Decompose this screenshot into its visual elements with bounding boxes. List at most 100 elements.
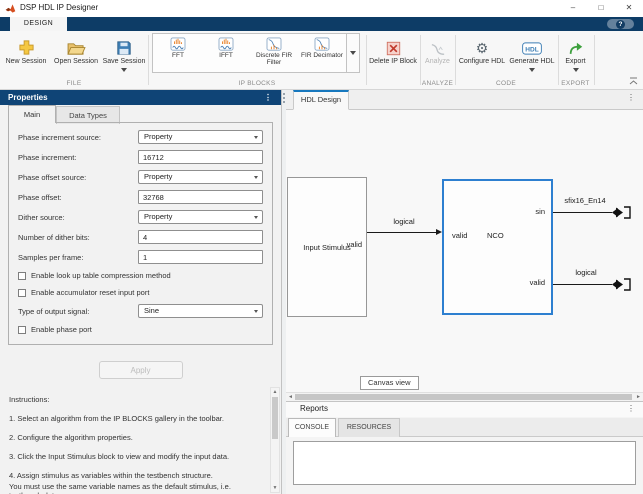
properties-form: Phase increment source: Property Phase i… bbox=[8, 122, 273, 345]
help-button[interactable]: ? bbox=[607, 19, 634, 29]
minimize-button[interactable]: – bbox=[559, 0, 587, 17]
generate-hdl-icon: HDL bbox=[521, 35, 543, 56]
open-session-icon bbox=[67, 35, 86, 56]
properties-menu-icon[interactable]: ⋮ bbox=[264, 90, 272, 105]
document-tabbar: HDL Design ⋮ bbox=[286, 90, 643, 110]
document-area: HDL Design ⋮ Input Stimulus valid logica… bbox=[286, 90, 643, 494]
field-enable-phase-port: Enable phase port bbox=[9, 321, 272, 338]
tab-main[interactable]: Main bbox=[8, 105, 56, 123]
wire-sin-output bbox=[553, 212, 612, 213]
enable-accumulator-reset-checkbox[interactable] bbox=[18, 289, 26, 297]
enable-lut-compression-checkbox[interactable] bbox=[18, 272, 26, 280]
generate-hdl-caret-icon[interactable] bbox=[529, 68, 535, 72]
maximize-button[interactable]: □ bbox=[587, 0, 615, 17]
field-phase-increment: Phase increment: bbox=[9, 147, 272, 167]
discrete-fir-filter-icon bbox=[266, 37, 282, 51]
output-port-valid-icon[interactable] bbox=[612, 277, 632, 292]
phase-increment-source-select[interactable]: Property bbox=[138, 130, 263, 144]
tab-design[interactable]: DESIGN bbox=[10, 17, 67, 31]
field-phase-offset-source: Phase offset source: Property bbox=[9, 167, 272, 187]
hscrollbar-thumb[interactable] bbox=[295, 394, 632, 400]
output-port-sin-icon[interactable] bbox=[612, 205, 632, 220]
fir-decimator-icon bbox=[314, 37, 330, 51]
analyze-icon bbox=[430, 35, 446, 56]
properties-scrollbar[interactable]: ▲ ▼ bbox=[270, 387, 280, 493]
reports-menu-icon[interactable]: ⋮ bbox=[627, 404, 635, 413]
collapse-ribbon-icon[interactable] bbox=[629, 77, 638, 85]
scroll-down-icon[interactable]: ▼ bbox=[271, 485, 279, 491]
document-menu-icon[interactable]: ⋮ bbox=[627, 93, 635, 102]
reports-panel: Reports ⋮ CONSOLE RESOURCES bbox=[286, 401, 643, 494]
ip-blocks-gallery: FFT IFFT Discrete FIR Filter bbox=[152, 33, 360, 73]
scrollbar-thumb[interactable] bbox=[272, 397, 278, 439]
save-session-caret-icon[interactable] bbox=[121, 68, 127, 72]
field-type-of-output-signal: Type of output signal: Sine bbox=[9, 301, 272, 321]
tab-console[interactable]: CONSOLE bbox=[288, 418, 336, 437]
scroll-up-icon[interactable]: ▲ bbox=[271, 389, 279, 395]
group-analyze: Analyze ANALYZE bbox=[421, 31, 454, 89]
fft-gallery-item[interactable]: FFT bbox=[154, 35, 202, 71]
tab-resources[interactable]: RESOURCES bbox=[338, 418, 400, 437]
properties-header: Properties ⋮ bbox=[0, 90, 281, 105]
phase-increment-input[interactable] bbox=[138, 150, 263, 164]
open-session-button[interactable]: Open Session bbox=[52, 32, 100, 66]
group-code: ⚙ Configure HDL HDL Generate HDL CODE bbox=[456, 31, 556, 89]
field-enable-lut-compression: Enable look up table compression method bbox=[9, 267, 272, 284]
number-of-dither-bits-input[interactable] bbox=[138, 230, 263, 244]
input-stimulus-block[interactable]: Input Stimulus valid bbox=[287, 177, 367, 317]
type-of-output-signal-select[interactable]: Sine bbox=[138, 304, 263, 318]
properties-panel: Properties ⋮ Main Data Types Phase incre… bbox=[0, 90, 282, 494]
reports-header: Reports ⋮ bbox=[286, 402, 643, 417]
ifft-gallery-item[interactable]: IFFT bbox=[202, 35, 250, 71]
window-title: DSP HDL IP Designer bbox=[20, 3, 98, 12]
delete-ip-block-icon bbox=[386, 35, 401, 56]
nco-block[interactable]: valid NCO sin valid bbox=[442, 179, 553, 315]
properties-title: Properties bbox=[8, 93, 48, 102]
fft-icon bbox=[170, 37, 186, 51]
phase-offset-input[interactable] bbox=[138, 190, 263, 204]
instructions-text: Instructions: 1. Select an algorithm fro… bbox=[9, 395, 261, 494]
phase-offset-source-select[interactable]: Property bbox=[138, 170, 263, 184]
delete-ip-block-button[interactable]: Delete IP Block bbox=[368, 32, 418, 66]
group-ip-blocks: FFT IFFT Discrete FIR Filter bbox=[151, 31, 363, 89]
analyze-button[interactable]: Analyze bbox=[421, 32, 454, 66]
canvas-hscrollbar[interactable]: ◄ ► bbox=[286, 392, 643, 401]
configure-hdl-gear-icon: ⚙ bbox=[476, 35, 489, 56]
field-number-of-dither-bits: Number of dither bits: bbox=[9, 227, 272, 247]
gallery-dropdown-button[interactable] bbox=[346, 34, 359, 72]
reports-title: Reports bbox=[300, 404, 328, 413]
dither-source-select[interactable]: Property bbox=[138, 210, 263, 224]
group-export: Export EXPORT bbox=[559, 31, 592, 89]
apply-button[interactable]: Apply bbox=[99, 361, 183, 379]
export-caret-icon[interactable] bbox=[573, 68, 579, 72]
discrete-fir-filter-gallery-item[interactable]: Discrete FIR Filter bbox=[250, 35, 298, 71]
reports-tabbar: CONSOLE RESOURCES bbox=[286, 418, 643, 437]
fir-decimator-gallery-item[interactable]: FIR Decimator bbox=[298, 35, 346, 71]
svg-text:HDL: HDL bbox=[525, 46, 538, 53]
close-button[interactable]: ✕ bbox=[615, 0, 643, 17]
console-output-area bbox=[293, 441, 636, 485]
tab-hdl-design[interactable]: HDL Design bbox=[293, 90, 349, 110]
field-enable-accumulator-reset: Enable accumulator reset input port bbox=[9, 284, 272, 301]
enable-phase-port-checkbox[interactable] bbox=[18, 326, 26, 334]
generate-hdl-button[interactable]: HDL Generate HDL bbox=[508, 32, 556, 72]
export-button[interactable]: Export bbox=[559, 32, 592, 72]
chevron-down-icon bbox=[254, 216, 258, 219]
matlab-logo-icon bbox=[5, 3, 16, 14]
chevron-down-icon bbox=[254, 176, 258, 179]
splitter-grip-icon bbox=[283, 93, 285, 104]
titlebar: DSP HDL IP Designer – □ ✕ bbox=[0, 0, 643, 17]
ribbon-toolbar: New Session Open Session Save Session FI… bbox=[0, 31, 643, 90]
chevron-down-icon bbox=[254, 136, 258, 139]
hdl-design-canvas[interactable]: Input Stimulus valid logical valid NCO s… bbox=[286, 111, 643, 392]
save-session-button[interactable]: Save Session bbox=[102, 32, 146, 72]
field-phase-offset: Phase offset: bbox=[9, 187, 272, 207]
save-session-icon bbox=[116, 35, 132, 56]
chevron-down-icon bbox=[254, 310, 258, 313]
configure-hdl-button[interactable]: ⚙ Configure HDL bbox=[457, 32, 507, 66]
field-phase-increment-source: Phase increment source: Property bbox=[9, 127, 272, 147]
new-session-button[interactable]: New Session bbox=[4, 32, 48, 66]
canvas-view-tooltip: Canvas view bbox=[360, 376, 419, 390]
samples-per-frame-input[interactable] bbox=[138, 250, 263, 264]
export-icon bbox=[568, 35, 584, 56]
